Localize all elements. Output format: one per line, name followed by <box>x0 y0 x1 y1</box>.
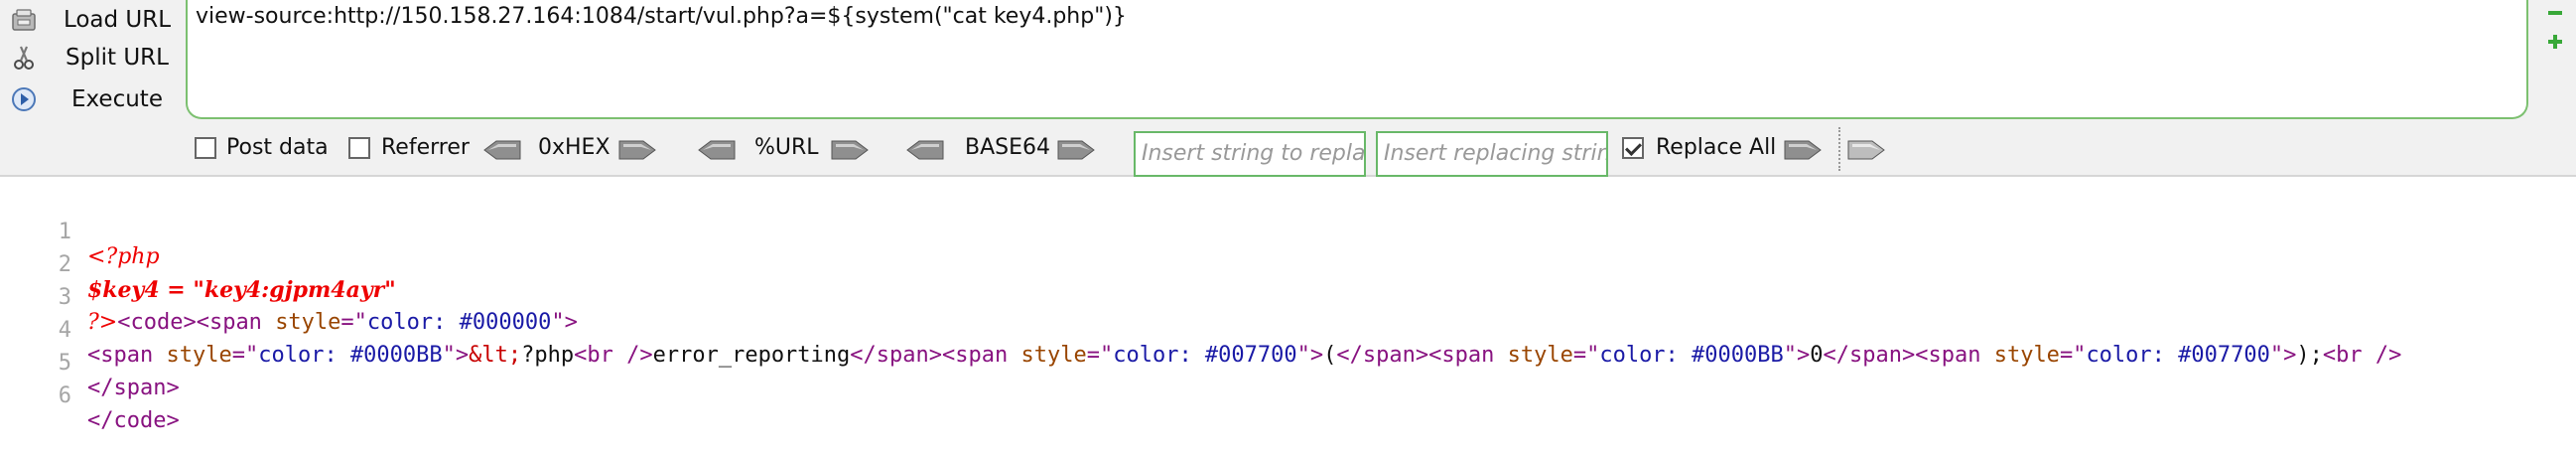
attr-value: color: #007700 <box>1113 343 1297 368</box>
plus-icon[interactable] <box>2547 34 2563 50</box>
split-url-label: Split URL <box>66 45 169 71</box>
source-code-3: ?><code><span style="color: #000000"> <box>87 310 578 335</box>
html-tag: </span><span <box>1823 343 1994 368</box>
source-line-6: 6 </code> <box>0 359 180 433</box>
code-text: ( <box>1323 343 1337 368</box>
attr-value: color: #0000BB <box>1599 343 1784 368</box>
scissors-icon <box>14 46 34 70</box>
attr-value: color: #0000BB <box>258 343 443 368</box>
referrer-checkbox[interactable] <box>348 137 370 159</box>
line-number: 6 <box>58 383 71 408</box>
source-line-2: 2 $key4 = "key4:gjpm4ayr" <box>0 228 396 303</box>
html-tag: =" <box>340 310 367 335</box>
html-tag: <span <box>87 343 167 368</box>
post-data-checkbox[interactable] <box>195 137 216 159</box>
code-text: error_reporting <box>652 343 851 368</box>
html-tag: =" <box>231 343 259 368</box>
base64-encode-arrow-icon[interactable] <box>1056 139 1096 161</box>
html-tag: </span><span <box>1336 343 1508 368</box>
php-close-tag: ?> <box>87 310 118 335</box>
key-assignment: $key4 = "key4:gjpm4ayr" <box>87 277 396 303</box>
url-textarea[interactable]: view-source:http://150.158.27.164:1084/s… <box>186 0 2528 119</box>
post-data-label: Post data <box>226 135 329 160</box>
url-decode-arrow-icon[interactable] <box>697 139 737 161</box>
options-row: Post data Referrer 0xHEX %URL BASE64 Ins… <box>0 131 2576 177</box>
base64-label: BASE64 <box>965 135 1051 160</box>
html-tag: "> <box>442 343 470 368</box>
play-icon <box>12 87 36 111</box>
load-url-icon <box>12 9 36 31</box>
replace-all-checkbox[interactable] <box>1622 137 1644 159</box>
minus-icon[interactable] <box>2547 8 2563 18</box>
attr-name: style <box>1507 343 1573 368</box>
split-url-button[interactable]: Split URL <box>0 38 181 77</box>
hex-decode-arrow-icon[interactable] <box>482 139 522 161</box>
attr-name: style <box>275 310 341 335</box>
html-entity: &lt; <box>469 343 522 368</box>
attr-value: color: #007700 <box>2086 343 2270 368</box>
hackbar-panel: Load URL Split URL Execute view-source:h… <box>0 0 2576 177</box>
html-tag: "> <box>1783 343 1811 368</box>
replace-arrow-icon[interactable] <box>1783 139 1823 161</box>
source-line-5: 5 </span> <box>0 326 180 400</box>
base64-decode-arrow-icon[interactable] <box>905 139 945 161</box>
html-tag: </span><span <box>850 343 1021 368</box>
hex-label: 0xHEX <box>538 135 610 160</box>
code-text: 0 <box>1810 343 1824 368</box>
html-tag: =" <box>1086 343 1114 368</box>
code-text: ?php <box>521 343 575 368</box>
execute-button[interactable]: Execute <box>0 79 181 119</box>
html-tag: =" <box>1572 343 1600 368</box>
url-enc-label: %URL <box>754 135 819 160</box>
span-close-tag: </span> <box>87 376 180 400</box>
replace-next-arrow-icon[interactable] <box>1846 139 1886 161</box>
url-value: view-source:http://150.158.27.164:1084/s… <box>196 4 1127 29</box>
html-tag: "> <box>551 310 578 335</box>
html-tag: <br /> <box>2322 343 2402 368</box>
html-tag: <br /> <box>574 343 653 368</box>
source-line-4: 4 <span style="color: #0000BB">&lt;?php<… <box>0 293 2402 368</box>
html-tag: "> <box>1296 343 1324 368</box>
source-code-4: <span style="color: #0000BB">&lt;?php<br… <box>87 343 2401 368</box>
source-line-3: 3 ?><code><span style="color: #000000"> <box>0 260 578 335</box>
attr-name: style <box>1020 343 1087 368</box>
source-line-1: 1 <?php <box>0 195 160 269</box>
html-tag: =" <box>2059 343 2087 368</box>
source-view: 1 <?php 2 $key4 = "key4:gjpm4ayr" 3 ?><c… <box>0 189 2576 433</box>
execute-label: Execute <box>71 86 163 112</box>
code-close-tag: </code> <box>87 408 180 433</box>
replace-string-input[interactable]: Insert replacing string <box>1376 131 1608 177</box>
find-string-input[interactable]: Insert string to replace <box>1134 131 1366 177</box>
toolbar-separator <box>1838 127 1840 171</box>
attr-name: style <box>1993 343 2060 368</box>
php-open-tag: <?php <box>87 244 160 269</box>
referrer-label: Referrer <box>381 135 470 160</box>
attr-name: style <box>166 343 232 368</box>
html-tag: "> <box>2269 343 2297 368</box>
replace-all-label: Replace All <box>1656 135 1777 160</box>
html-tag: <code><span <box>117 310 276 335</box>
load-url-button[interactable]: Load URL <box>0 0 181 40</box>
hex-encode-arrow-icon[interactable] <box>617 139 657 161</box>
code-text: ); <box>2296 343 2323 368</box>
attr-value: color: #000000 <box>366 310 552 335</box>
load-url-label: Load URL <box>63 7 172 33</box>
url-encode-arrow-icon[interactable] <box>830 139 870 161</box>
